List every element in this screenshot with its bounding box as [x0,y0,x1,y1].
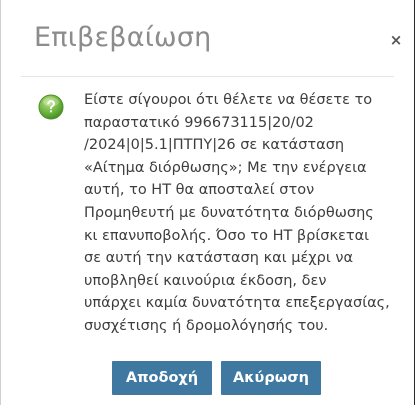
message-line: υποβληθεί καινούρια έκδοση, δεν [84,272,327,289]
dialog-message: Είστε σίγουροι ότι θέλετε να θέσετε το π… [84,89,412,338]
message-line: /2024|0|5.1|ΠΤΠΥ|26 σε κατάσταση [84,137,345,154]
message-line: υπάρχει καμία δυνατότητα επεξεργασίας, [84,295,390,312]
close-icon[interactable]: × [389,33,403,48]
message-line: Είστε σίγουροι ότι θέλετε να θέσετε το [84,92,373,108]
confirmation-dialog: Επιβεβαίωση × Είστε σίγουροι ότι θέλετε … [0,0,415,405]
message-line: αυτή, το ΗΤ θα αποσταλεί στον [84,182,315,199]
message-line: συσχέτισης ή δρομολόγησής του. [84,317,329,334]
title-divider [21,76,394,77]
accept-button[interactable]: Αποδοχή [112,361,212,395]
cancel-button[interactable]: Ακύρωση [221,361,321,395]
question-icon [38,94,64,120]
message-line: σε αυτή την κατάσταση και μέχρι να [84,250,354,267]
dialog-title: Επιβεβαίωση [34,22,212,53]
message-line: παραστατικό 996673115|20/02 [84,114,314,131]
message-line: Προμηθευτή με δυνατότητα διόρθωσης [84,204,374,221]
message-line: κι επανυποβολής. Όσο το ΗΤ βρίσκεται [84,227,370,244]
message-line: «Αίτημα διόρθωσης»; Με την ενέργεια [84,159,367,176]
